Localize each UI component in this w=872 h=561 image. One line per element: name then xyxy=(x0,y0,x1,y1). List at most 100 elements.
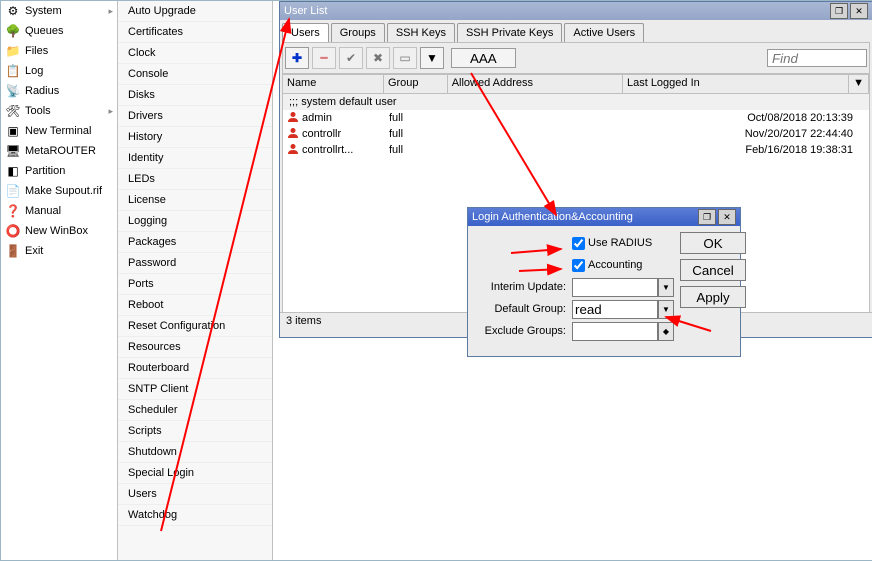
add-button[interactable]: ✚ xyxy=(285,47,309,69)
submenu-item-leds[interactable]: LEDs xyxy=(118,169,272,190)
grid-comment: ;;; system default user xyxy=(283,94,869,110)
submenu-item-console[interactable]: Console xyxy=(118,64,272,85)
interim-dropdown-icon[interactable]: ▼ xyxy=(658,278,674,297)
submenu-item-reboot[interactable]: Reboot xyxy=(118,295,272,316)
submenu-item-history[interactable]: History xyxy=(118,127,272,148)
tab-ssh-keys[interactable]: SSH Keys xyxy=(387,23,455,42)
user-list-title: User List xyxy=(284,5,327,17)
col-group[interactable]: Group xyxy=(384,75,448,93)
interim-update-input[interactable] xyxy=(572,278,658,297)
window-restore-button[interactable]: ❐ xyxy=(830,3,848,19)
sidebar-icon: ❓ xyxy=(5,203,21,219)
tab-active-users[interactable]: Active Users xyxy=(564,23,644,42)
accounting-checkbox[interactable] xyxy=(572,259,585,272)
default-group-dropdown-icon[interactable]: ▼ xyxy=(658,300,674,319)
ok-button[interactable]: OK xyxy=(680,232,746,254)
submenu-item-reset-configuration[interactable]: Reset Configuration xyxy=(118,316,272,337)
sidebar-icon: ⚙ xyxy=(5,3,21,19)
submenu-item-scheduler[interactable]: Scheduler xyxy=(118,400,272,421)
sidebar-label: Log xyxy=(25,65,113,77)
submenu-item-disks[interactable]: Disks xyxy=(118,85,272,106)
disable-button[interactable]: ✖ xyxy=(366,47,390,69)
aaa-dialog: Login Authentication&Accounting ❐ ✕ Use … xyxy=(467,207,741,357)
submenu-item-license[interactable]: License xyxy=(118,190,272,211)
sidebar-item-partition[interactable]: ◧ Partition xyxy=(1,161,117,181)
table-row[interactable]: adminfullOct/08/2018 20:13:39 xyxy=(283,110,869,126)
sidebar-label: System xyxy=(25,5,108,17)
submenu-item-resources[interactable]: Resources xyxy=(118,337,272,358)
use-radius-label: Use RADIUS xyxy=(588,237,652,249)
submenu-item-shutdown[interactable]: Shutdown xyxy=(118,442,272,463)
submenu-item-auto-upgrade[interactable]: Auto Upgrade xyxy=(118,1,272,22)
user-icon xyxy=(287,127,302,142)
aaa-close-button[interactable]: ✕ xyxy=(718,209,736,225)
table-row[interactable]: controllrt...fullFeb/16/2018 19:38:31 xyxy=(283,142,869,158)
aaa-restore-button[interactable]: ❐ xyxy=(698,209,716,225)
table-row[interactable]: controllrfullNov/20/2017 22:44:40 xyxy=(283,126,869,142)
sidebar-icon: 🚪 xyxy=(5,243,21,259)
sidebar-item-system[interactable]: ⚙ System▸ xyxy=(1,1,117,21)
cancel-button[interactable]: Cancel xyxy=(680,259,746,281)
sidebar-item-files[interactable]: 📁Files xyxy=(1,41,117,61)
comment-button[interactable]: ▭ xyxy=(393,47,417,69)
sidebar-item-queues[interactable]: 🌳Queues xyxy=(1,21,117,41)
submenu-item-watchdog[interactable]: Watchdog xyxy=(118,505,272,526)
apply-button[interactable]: Apply xyxy=(680,286,746,308)
sidebar-item-log[interactable]: 📋 Log xyxy=(1,61,117,81)
tab-groups[interactable]: Groups xyxy=(331,23,385,42)
submenu-item-certificates[interactable]: Certificates xyxy=(118,22,272,43)
filter-button[interactable]: ▼ xyxy=(420,47,444,69)
sidebar-icon: 🖥 xyxy=(5,143,21,159)
exclude-groups-dropdown-icon[interactable]: ◆ xyxy=(658,322,674,341)
col-last-logged-in[interactable]: Last Logged In xyxy=(623,75,849,93)
submenu-item-users[interactable]: Users xyxy=(118,484,272,505)
sidebar: ⚙ System▸ 🌳Queues📁Files 📋 Log 📡Radius🛠Tools▸▣… xyxy=(1,1,118,560)
sidebar-item-new-terminal[interactable]: ▣New Terminal xyxy=(1,121,117,141)
default-group-label: Default Group: xyxy=(474,303,572,315)
col-allowed-address[interactable]: Allowed Address xyxy=(448,75,623,93)
sidebar-icon: ⭕ xyxy=(5,223,21,239)
sidebar-item-new-winbox[interactable]: ⭕New WinBox xyxy=(1,221,117,241)
sidebar-item-tools[interactable]: 🛠Tools▸ xyxy=(1,101,117,121)
submenu-item-routerboard[interactable]: Routerboard xyxy=(118,358,272,379)
find-input[interactable] xyxy=(767,49,867,67)
submenu-item-password[interactable]: Password xyxy=(118,253,272,274)
use-radius-checkbox[interactable] xyxy=(572,237,585,250)
aaa-titlebar: Login Authentication&Accounting ❐ ✕ xyxy=(468,208,740,226)
exclude-groups-input[interactable] xyxy=(572,322,658,341)
submenu-item-identity[interactable]: Identity xyxy=(118,148,272,169)
sidebar-item-radius[interactable]: 📡Radius xyxy=(1,81,117,101)
sidebar-item-exit[interactable]: 🚪 Exit xyxy=(1,241,117,261)
submenu-item-logging[interactable]: Logging xyxy=(118,211,272,232)
sidebar-icon: ◧ xyxy=(5,163,21,179)
submenu-item-sntp-client[interactable]: SNTP Client xyxy=(118,379,272,400)
sidebar-item-make-supout-rif[interactable]: 📄Make Supout.rif xyxy=(1,181,117,201)
tab-ssh-private-keys[interactable]: SSH Private Keys xyxy=(457,23,562,42)
sidebar-item-manual[interactable]: ❓Manual xyxy=(1,201,117,221)
sidebar-icon: 📋 xyxy=(5,63,21,79)
cell-group: full xyxy=(385,112,449,124)
sidebar-label: Exit xyxy=(25,245,113,257)
submenu-item-ports[interactable]: Ports xyxy=(118,274,272,295)
window-close-button[interactable]: ✕ xyxy=(850,3,868,19)
submenu-item-clock[interactable]: Clock xyxy=(118,43,272,64)
remove-button[interactable]: ━ xyxy=(312,47,336,69)
submenu-item-packages[interactable]: Packages xyxy=(118,232,272,253)
submenu-item-scripts[interactable]: Scripts xyxy=(118,421,272,442)
tab-users[interactable]: Users xyxy=(282,23,329,42)
sidebar-label: Queues xyxy=(25,25,113,37)
submenu-item-drivers[interactable]: Drivers xyxy=(118,106,272,127)
col-dropdown[interactable]: ▼ xyxy=(849,75,869,93)
submenu-caret-icon: ▸ xyxy=(108,6,113,17)
sidebar-label: Partition xyxy=(25,165,113,177)
user-icon xyxy=(287,111,302,126)
enable-button[interactable]: ✔ xyxy=(339,47,363,69)
sidebar-label: Tools xyxy=(25,105,108,117)
sidebar-item-metarouter[interactable]: 🖥MetaROUTER xyxy=(1,141,117,161)
col-name[interactable]: Name xyxy=(283,75,384,93)
submenu-item-special-login[interactable]: Special Login xyxy=(118,463,272,484)
accounting-label: Accounting xyxy=(588,259,642,271)
aaa-button[interactable]: AAA xyxy=(451,48,516,68)
default-group-input[interactable] xyxy=(572,300,658,319)
sidebar-label: Radius xyxy=(25,85,113,97)
